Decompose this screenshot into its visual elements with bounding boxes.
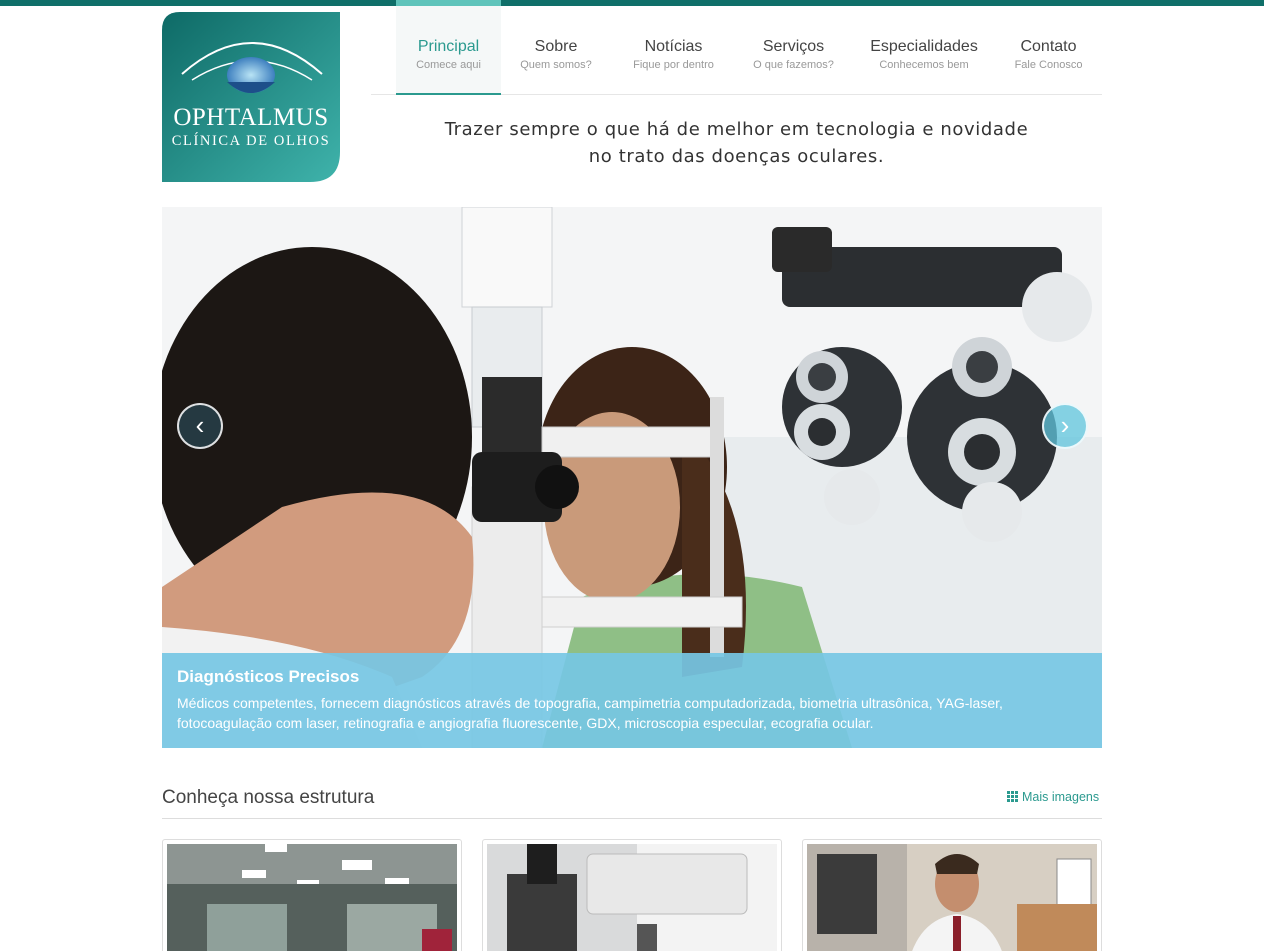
nav-sublabel: O que fazemos? (753, 59, 834, 71)
logo-subtitle: CLÍNICA DE OLHOS (171, 133, 331, 149)
caption-text: Médicos competentes, fornecem diagnóstic… (177, 695, 1003, 731)
tagline: Trazer sempre o que há de melhor em tecn… (371, 116, 1102, 170)
nav-label: Serviços (762, 38, 825, 55)
carousel-caption: Diagnósticos Precisos Médicos competente… (162, 653, 1102, 748)
chevron-left-icon: ‹ (195, 410, 205, 440)
nav-item-contato[interactable]: Contato Fale Conosco (1006, 0, 1091, 95)
caption-title: Diagnósticos Precisos (177, 667, 360, 686)
nav-sublabel: Quem somos? (520, 59, 592, 71)
hero-carousel: ‹ › Diagnósticos Precisos Médicos compet… (162, 207, 1102, 748)
chevron-right-icon: › (1060, 410, 1070, 440)
gallery-thumbnail-doctor[interactable] (802, 839, 1102, 951)
clinic-logo[interactable]: OPHTALMUS CLÍNICA DE OLHOS (162, 12, 340, 182)
nav-item-noticias[interactable]: Notícias Fique por dentro (626, 0, 721, 95)
main-nav: Principal Comece aqui Sobre Quem somos? … (371, 0, 1102, 95)
nav-label: Especialidades (870, 38, 978, 55)
carousel-next-button[interactable]: › (1042, 403, 1088, 449)
nav-sublabel: Comece aqui (416, 59, 481, 71)
section-divider (162, 818, 1102, 819)
nav-item-servicos[interactable]: Serviços O que fazemos? (746, 0, 841, 95)
nav-label: Principal (417, 38, 480, 55)
gallery-thumbnail-equipment[interactable] (482, 839, 782, 951)
nav-sublabel: Fale Conosco (1014, 59, 1083, 71)
nav-sublabel: Fique por dentro (633, 59, 714, 71)
logo-badge (162, 12, 340, 182)
gallery-photo (807, 844, 1097, 951)
nav-item-especialidades[interactable]: Especialidades Conhecemos bem (866, 0, 982, 95)
tagline-line-1: Trazer sempre o que há de melhor em tecn… (444, 119, 1029, 140)
nav-sublabel: Conhecemos bem (879, 59, 969, 71)
more-images-link[interactable]: Mais imagens (1007, 790, 1099, 804)
nav-label: Sobre (534, 38, 578, 55)
gallery-thumbnail-reception[interactable] (162, 839, 462, 951)
nav-label: Contato (1020, 38, 1077, 55)
nav-label: Notícias (644, 38, 703, 55)
tagline-line-2: no trato das doenças oculares. (588, 146, 885, 167)
nav-item-sobre[interactable]: Sobre Quem somos? (511, 0, 601, 95)
section-title: Conheça nossa estrutura (162, 787, 375, 808)
nav-item-principal[interactable]: Principal Comece aqui (396, 0, 501, 95)
more-images-label: Mais imagens (1022, 790, 1100, 804)
carousel-prev-button[interactable]: ‹ (177, 403, 223, 449)
gallery-photo (487, 844, 777, 951)
gallery-photo (167, 844, 457, 951)
logo-name: OPHTALMUS (173, 104, 329, 131)
grid-icon (1007, 791, 1018, 802)
